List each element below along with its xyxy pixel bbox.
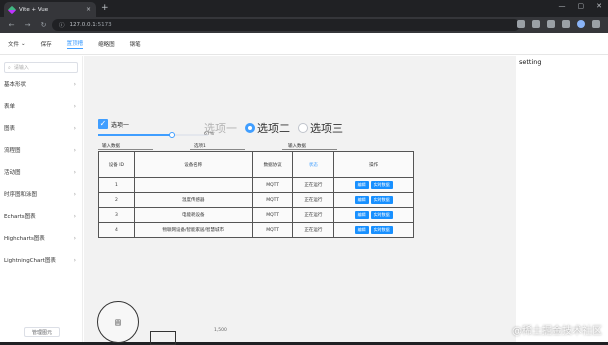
realtime-data-button[interactable]: 实时数据	[370, 196, 393, 204]
search-placeholder: 请输入	[13, 65, 29, 71]
rect-shape[interactable]	[150, 331, 176, 345]
input-underline	[282, 149, 337, 150]
menu-save[interactable]: 保存	[41, 40, 52, 48]
radio-dot-icon	[245, 123, 255, 133]
chevron-right-icon: ›	[73, 146, 76, 154]
chevron-right-icon: ›	[73, 234, 76, 242]
realtime-data-button[interactable]: 实时数据	[370, 211, 393, 219]
tab-title: Vite + Vue	[19, 6, 49, 13]
star-icon[interactable]	[532, 20, 540, 28]
table-row: 4 物联网设备/智能家居/智慧城市 MQTT 正在运行 编辑 实时数据	[98, 222, 414, 238]
address-bar[interactable]: ⓘ 127.0.0.1:5173	[52, 19, 520, 31]
browser-tab-bar: Vite + Vue × + — ▢ ✕	[0, 0, 608, 17]
sidebar-item-flowchart[interactable]: 流程图 ›	[0, 139, 82, 161]
editor-canvas[interactable]: ✓ 选项一 选项一 选项二 选项三 67% 输入数据 选项1 输入数据 设备 I…	[84, 56, 516, 345]
radio-group: 选项一 选项二 选项三	[204, 120, 343, 136]
chevron-right-icon: ›	[73, 124, 76, 132]
radio-option-2[interactable]: 选项二	[245, 120, 290, 136]
chevron-right-icon: ›	[73, 190, 76, 198]
maximize-icon[interactable]: ▢	[578, 2, 585, 10]
sidebar-item-echarts[interactable]: Echarts图表 ›	[0, 205, 82, 227]
slider[interactable]	[98, 132, 208, 138]
profile-avatar[interactable]	[577, 20, 585, 28]
menu-active[interactable]: 置顶槽	[66, 39, 84, 49]
checkbox-option[interactable]: ✓ 选项一	[98, 119, 129, 129]
canvas-text: 1,500	[214, 328, 227, 333]
chevron-right-icon: ›	[73, 256, 76, 264]
checkmark-icon: ✓	[98, 119, 108, 129]
url-port: :5173	[95, 22, 112, 28]
forward-icon[interactable]: →	[23, 21, 32, 29]
chevron-right-icon: ›	[73, 80, 76, 88]
settings-panel: setting	[516, 56, 608, 342]
device-table: 设备 ID 设备名称 数据协议 状态 操作 1 MQTT 正在运行 编辑 实时数据…	[98, 151, 414, 238]
window-controls: — ▢ ✕	[559, 2, 603, 10]
sidebar-item-chart[interactable]: 图表 ›	[0, 117, 82, 139]
extension-icons	[517, 20, 600, 28]
slider-handle[interactable]	[168, 132, 175, 138]
header-protocol: 数据协议	[251, 151, 294, 178]
chevron-right-icon: ›	[73, 102, 76, 110]
url-host: 127.0.0.1	[69, 22, 96, 28]
slider-fill	[98, 134, 172, 136]
sidebar-search[interactable]: ⌕ 请输入	[4, 62, 78, 73]
table-row: 3 电能耗设备 MQTT 正在运行 编辑 实时数据	[98, 207, 414, 223]
menu-pen[interactable]: 钢笔	[130, 40, 141, 48]
circle-shape[interactable]: 圆	[97, 301, 139, 343]
table-row: 2 温度传感器 MQTT 正在运行 编辑 实时数据	[98, 192, 414, 208]
settings-title: setting	[519, 58, 542, 66]
browser-toolbar: ← → ↻ ⓘ 127.0.0.1:5173	[0, 17, 608, 33]
reload-icon[interactable]: ↻	[39, 21, 48, 29]
vite-logo-icon	[7, 5, 17, 14]
radio-dot-icon	[298, 123, 308, 133]
app-page: 文件 ⌄ 保存 置顶槽 缩略图 钢笔 ⌕ 请输入 基本形状 › 表单 › 图表 › 流程…	[0, 33, 608, 345]
minimize-icon[interactable]: —	[559, 2, 566, 10]
browser-tab[interactable]: Vite + Vue ×	[4, 2, 96, 17]
close-window-icon[interactable]: ✕	[596, 2, 602, 10]
table-row: 1 MQTT 正在运行 编辑 实时数据	[98, 177, 414, 193]
header-status: 状态	[292, 151, 335, 178]
input-underline	[190, 149, 245, 150]
chevron-down-icon: ⌄	[21, 40, 26, 47]
header-id: 设备 ID	[98, 151, 135, 178]
sidebar-item-highcharts[interactable]: Highcharts图表 ›	[0, 227, 82, 249]
radio-option-3[interactable]: 选项三	[298, 120, 343, 136]
header-name: 设备名称	[133, 151, 253, 178]
sidebar-item-basic-shapes[interactable]: 基本形状 ›	[0, 73, 82, 95]
manage-elements-button[interactable]: 管理图元	[24, 327, 60, 337]
search-icon: ⌕	[8, 64, 11, 71]
menu-thumbnail[interactable]: 缩略图	[98, 40, 115, 48]
extensions-icon[interactable]	[547, 20, 555, 28]
edit-button[interactable]: 编辑	[354, 196, 369, 204]
sidebar-item-activity[interactable]: 活动图 ›	[0, 161, 82, 183]
sidepanel-icon[interactable]	[562, 20, 570, 28]
realtime-data-button[interactable]: 实时数据	[370, 226, 393, 234]
header-actions: 操作	[333, 151, 414, 178]
realtime-data-button[interactable]: 实时数据	[370, 181, 393, 189]
edit-button[interactable]: 编辑	[354, 181, 369, 189]
sidebar-item-sequence[interactable]: 时序图和泳图 ›	[0, 183, 82, 205]
new-tab-button[interactable]: +	[101, 3, 109, 13]
checkbox-label: 选项一	[111, 121, 130, 129]
slider-value: 67%	[204, 132, 215, 137]
back-icon[interactable]: ←	[7, 21, 16, 29]
edit-button[interactable]: 编辑	[354, 211, 369, 219]
watermark: @稀土掘金技术社区	[512, 326, 602, 337]
sidebar-item-form[interactable]: 表单 ›	[0, 95, 82, 117]
share-icon[interactable]	[517, 20, 525, 28]
chevron-right-icon: ›	[73, 168, 76, 176]
info-icon[interactable]: ⓘ	[59, 21, 65, 29]
sidebar-item-lightningchart[interactable]: LightningChart图表 ›	[0, 249, 82, 271]
sidebar: ⌕ 请输入 基本形状 › 表单 › 图表 › 流程图 › 活动图 › 时序图和泳图 › Ec…	[0, 56, 83, 342]
input-underline	[98, 149, 153, 150]
edit-button[interactable]: 编辑	[354, 226, 369, 234]
tab-close-icon[interactable]: ×	[86, 6, 91, 13]
chevron-right-icon: ›	[73, 212, 76, 220]
menu-file[interactable]: 文件 ⌄	[8, 40, 26, 48]
menu-icon[interactable]	[592, 20, 600, 28]
top-menubar: 文件 ⌄ 保存 置顶槽 缩略图 钢笔	[0, 33, 608, 55]
